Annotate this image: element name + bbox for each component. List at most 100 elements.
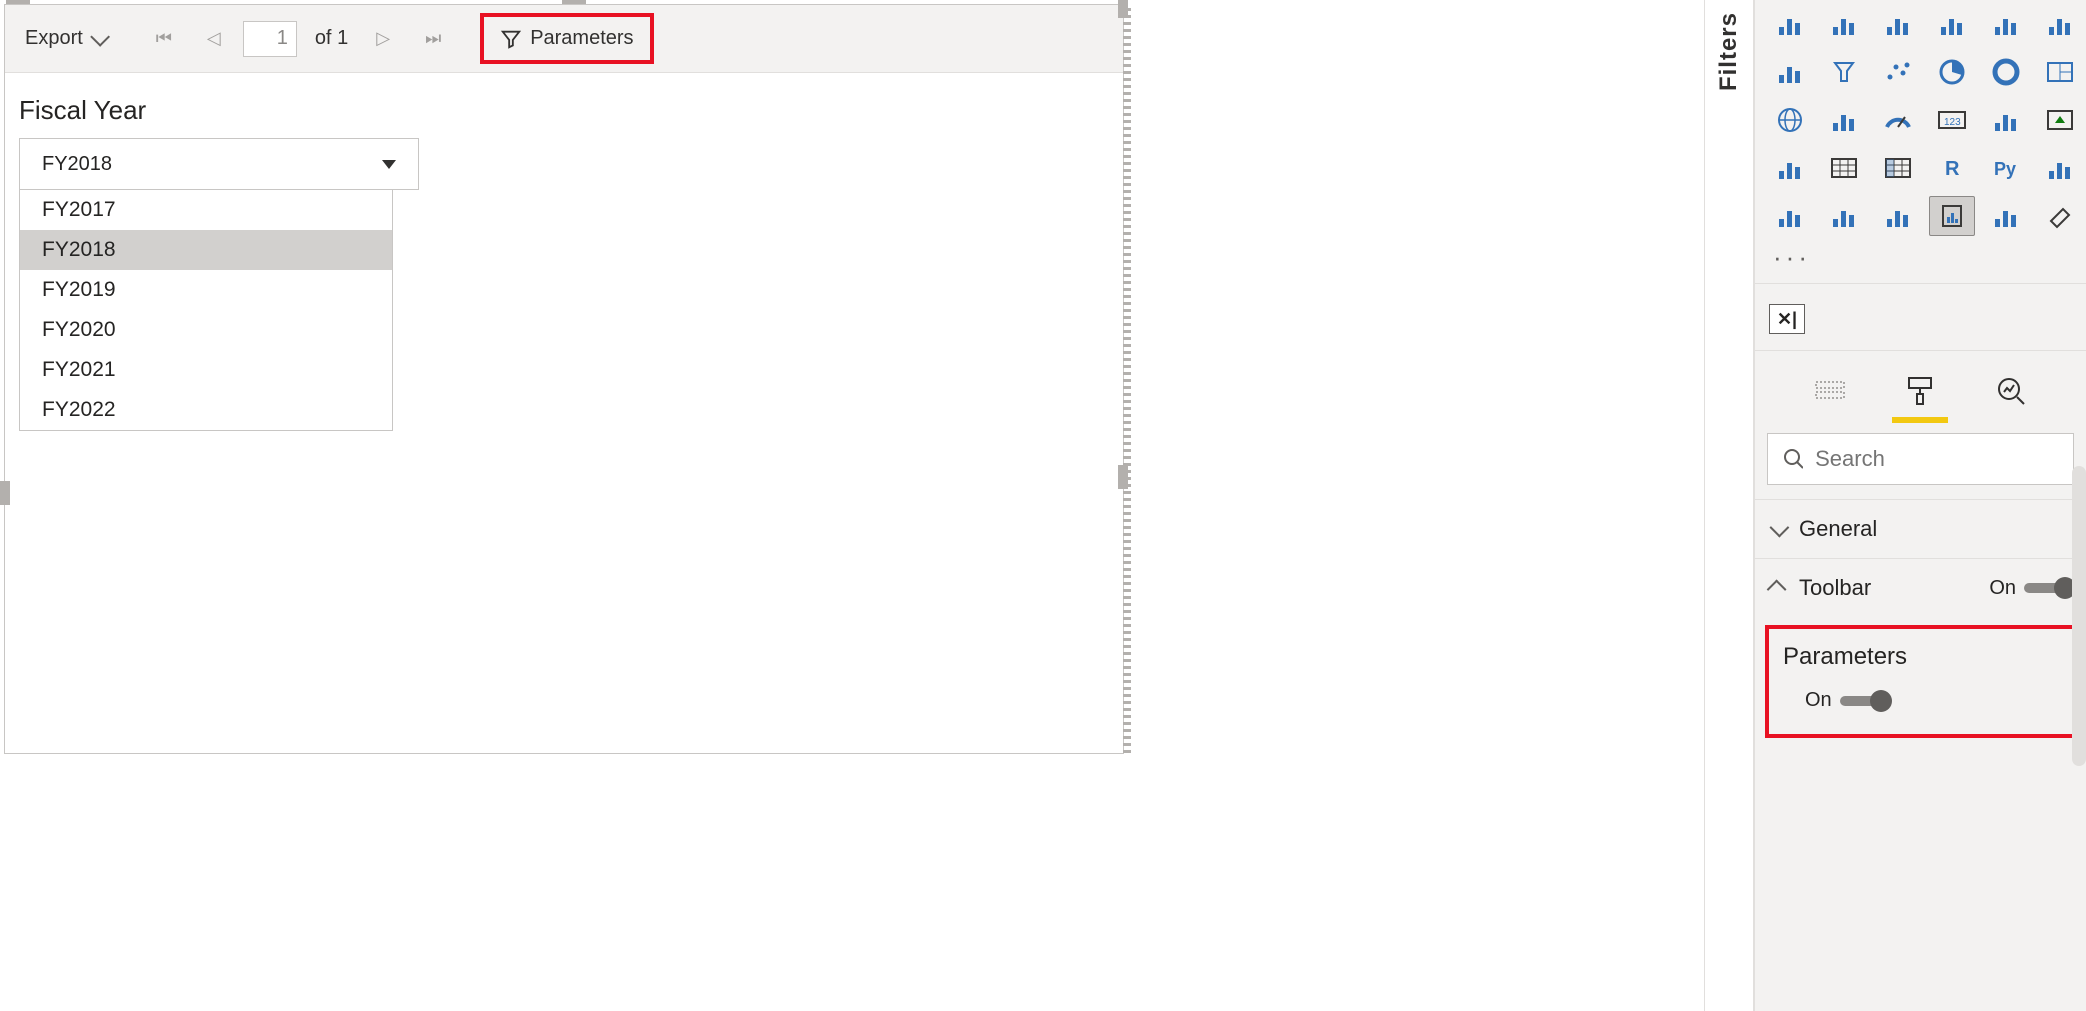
viz-r-visual[interactable]: R	[1929, 148, 1975, 188]
viz-multi-row-card[interactable]	[1983, 100, 2029, 140]
multi-row-card-icon	[1989, 105, 2023, 135]
caret-down-icon	[382, 160, 396, 169]
parameters-toggle[interactable]: On	[1805, 689, 2058, 712]
viz-line-clustered[interactable]	[1929, 4, 1975, 44]
viz-funnel[interactable]	[1821, 52, 1867, 92]
filters-pane-collapsed[interactable]: Filters	[1704, 0, 1754, 1011]
pie-icon	[1935, 57, 1969, 87]
tab-format[interactable]	[1896, 367, 1944, 415]
parameters-button[interactable]: Parameters	[494, 23, 639, 54]
globe-icon	[1773, 105, 1807, 135]
viz-globe[interactable]	[1767, 100, 1813, 140]
format-search-input[interactable]	[1815, 446, 2059, 472]
selection-handle-left[interactable]	[0, 481, 10, 505]
fiscal-year-dropdown[interactable]: FY2018	[19, 138, 419, 190]
viz-stacked-area[interactable]	[1767, 4, 1813, 44]
dropdown-head[interactable]: FY2018	[20, 139, 418, 189]
python-visual-icon: Py	[1989, 153, 2023, 183]
dropdown-option[interactable]: FY2018	[20, 230, 392, 270]
viz-kpi[interactable]	[2037, 100, 2083, 140]
decomposition-icon	[1773, 201, 1807, 231]
tab-fields[interactable]	[1806, 367, 1854, 415]
viz-eraser[interactable]	[2037, 196, 2083, 236]
viz-table[interactable]	[1821, 148, 1867, 188]
viz-treemap[interactable]	[2037, 52, 2083, 92]
viz-area[interactable]	[1821, 4, 1867, 44]
viz-donut[interactable]	[1983, 52, 2029, 92]
remove-field-button[interactable]: ✕|	[1769, 304, 1805, 334]
viz-decomposition[interactable]	[1767, 196, 1813, 236]
format-search-box[interactable]	[1767, 433, 2074, 485]
resize-edge-right[interactable]	[1123, 5, 1131, 753]
export-button[interactable]: Export	[15, 21, 115, 56]
viz-scatter[interactable]	[1875, 52, 1921, 92]
viz-filled-map[interactable]	[1821, 100, 1867, 140]
viz-pie[interactable]	[1929, 52, 1975, 92]
page-number-input[interactable]	[243, 21, 297, 57]
report-body: Fiscal Year FY2018 FY2017FY2018FY2019FY2…	[5, 73, 1123, 453]
chevron-down-icon	[90, 26, 110, 46]
viz-python-visual[interactable]: Py	[1983, 148, 2029, 188]
fields-icon	[1813, 376, 1847, 406]
svg-text:123: 123	[1944, 117, 1961, 128]
format-tabs	[1755, 361, 2086, 415]
viz-gauge[interactable]	[1875, 100, 1921, 140]
viz-ribbon[interactable]	[1983, 4, 2029, 44]
dropdown-option[interactable]: FY2019	[20, 270, 392, 310]
viz-key-influencers[interactable]	[2037, 148, 2083, 188]
pane-scrollbar[interactable]	[2072, 466, 2086, 766]
toolbar-toggle[interactable]: On	[1989, 577, 2070, 600]
section-toolbar[interactable]: Toolbar On	[1755, 558, 2086, 617]
viz-matrix[interactable]	[1875, 148, 1921, 188]
viz-slicer[interactable]	[1767, 148, 1813, 188]
report-canvas-area: Export ⏮ ◁ of 1 ▷ ⏭ Parameters	[0, 0, 1704, 1011]
scatter-icon	[1881, 57, 1915, 87]
section-general[interactable]: General	[1755, 499, 2086, 558]
waterfall-icon	[2043, 9, 2077, 39]
filters-pane-label: Filters	[1715, 12, 1743, 91]
viz-waterfall[interactable]	[2037, 4, 2083, 44]
more-visuals-button[interactable]: ···	[1755, 242, 2086, 273]
tab-analytics[interactable]	[1987, 367, 2035, 415]
nav-last-button[interactable]: ⏭	[412, 22, 454, 56]
nav-next-button[interactable]: ▷	[362, 22, 404, 56]
parameter-label: Fiscal Year	[19, 95, 1109, 126]
dropdown-option[interactable]: FY2017	[20, 190, 392, 230]
dropdown-list: FY2017FY2018FY2019FY2020FY2021FY2022	[19, 189, 393, 431]
viz-paginated[interactable]	[1875, 196, 1921, 236]
visualization-gallery: 123 R Py	[1755, 0, 2086, 242]
line-clustered-icon	[1935, 9, 1969, 39]
viz-qna[interactable]	[1821, 196, 1867, 236]
dropdown-option[interactable]: FY2022	[20, 390, 392, 430]
key-influencers-icon	[2043, 153, 2077, 183]
page-of-label: of 1	[315, 27, 348, 50]
selection-handle-tr[interactable]	[1118, 0, 1128, 18]
parameters-label: Parameters	[530, 27, 633, 50]
parameters-option-label: Parameters	[1783, 643, 2058, 671]
nav-first-button[interactable]: ⏮	[143, 22, 185, 56]
viz-arcgis[interactable]	[1983, 196, 2029, 236]
search-icon	[1782, 447, 1803, 471]
arcgis-icon	[1989, 201, 2023, 231]
paginated-report-visual[interactable]: Export ⏮ ◁ of 1 ▷ ⏭ Parameters	[4, 4, 1124, 754]
viz-card[interactable]: 123	[1929, 100, 1975, 140]
viz-funnel-h[interactable]	[1767, 52, 1813, 92]
analytics-magnifier-icon	[1994, 374, 2028, 408]
slicer-icon	[1773, 153, 1807, 183]
paginated-icon	[1881, 201, 1915, 231]
selection-handle-right[interactable]	[1118, 465, 1128, 489]
viz-line-stacked[interactable]	[1875, 4, 1921, 44]
dropdown-option[interactable]: FY2020	[20, 310, 392, 350]
treemap-icon	[2043, 57, 2077, 87]
chevron-down-icon	[1770, 518, 1790, 538]
nav-prev-button[interactable]: ◁	[193, 22, 235, 56]
dropdown-option[interactable]: FY2021	[20, 350, 392, 390]
section-general-label: General	[1799, 516, 1877, 542]
report-toolbar: Export ⏮ ◁ of 1 ▷ ⏭ Parameters	[5, 5, 1123, 73]
parameters-option-highlight: Parameters On	[1765, 625, 2076, 738]
gauge-icon	[1881, 105, 1915, 135]
viz-paginated-report[interactable]	[1929, 196, 1975, 236]
line-stacked-icon	[1881, 9, 1915, 39]
last-page-icon: ⏭	[422, 28, 444, 50]
export-label: Export	[25, 27, 83, 50]
